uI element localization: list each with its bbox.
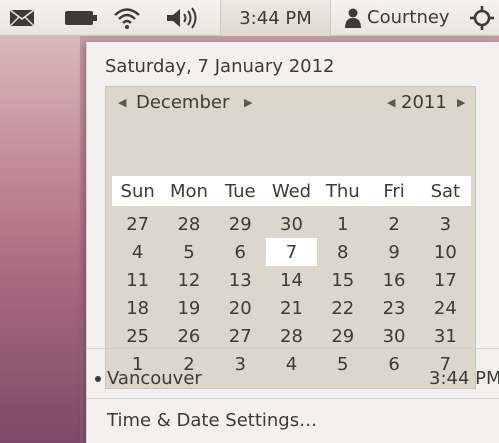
clock-indicator[interactable]: 3:44 PM xyxy=(220,0,331,36)
calendar-day[interactable]: 23 xyxy=(368,294,419,322)
calendar-day[interactable]: 21 xyxy=(266,294,317,322)
calendar-day[interactable]: 14 xyxy=(266,266,317,294)
wifi-icon[interactable] xyxy=(112,5,142,31)
calendar-day[interactable]: 6 xyxy=(215,238,266,266)
calendar-day[interactable]: 13 xyxy=(215,266,266,294)
calendar-day[interactable]: 1 xyxy=(317,210,368,238)
calendar-header: ◀ December ▶ ◀ 2011 ▶ xyxy=(106,87,477,121)
menu-separator xyxy=(87,398,499,399)
calendar-day[interactable]: 6 xyxy=(368,350,419,378)
calendar-day[interactable]: 2 xyxy=(368,210,419,238)
calendar-day[interactable]: 17 xyxy=(420,266,471,294)
calendar-day[interactable]: 31 xyxy=(420,322,471,350)
user-name[interactable]: Courtney xyxy=(367,7,450,28)
battery-icon[interactable] xyxy=(64,10,98,26)
calendar-day[interactable]: 8 xyxy=(317,238,368,266)
calendar-day[interactable]: 25 xyxy=(112,322,163,350)
volume-icon[interactable] xyxy=(165,7,205,29)
calendar-day[interactable]: 5 xyxy=(163,238,214,266)
weekday-label: Mon xyxy=(169,180,208,202)
calendar-day[interactable]: 7 xyxy=(265,238,318,266)
days-grid: 27 28 29 30 1 2 3 4 5 6 7 8 9 10 11 12 13 14 15 16 17 18 19 20 2… xyxy=(112,210,471,380)
calendar-day[interactable]: 4 xyxy=(266,350,317,378)
calendar-day[interactable]: 30 xyxy=(266,210,317,238)
calendar-day[interactable]: 18 xyxy=(112,294,163,322)
time-date-settings-item[interactable]: Time & Date Settings… xyxy=(107,410,317,431)
weekday-label: Thu xyxy=(325,180,360,202)
weekday-label: Fri xyxy=(383,180,405,202)
location-time: 3:44 PM xyxy=(429,368,499,389)
calendar-day[interactable]: 9 xyxy=(368,238,419,266)
month-label: December xyxy=(136,92,230,113)
calendar-day[interactable]: 24 xyxy=(420,294,471,322)
calendar-day[interactable]: 28 xyxy=(163,210,214,238)
calendar-day[interactable]: 27 xyxy=(215,322,266,350)
mail-icon[interactable] xyxy=(9,9,35,27)
calendar-day[interactable]: 3 xyxy=(420,210,471,238)
location-name[interactable]: Vancouver xyxy=(107,368,202,389)
weekday-label: Tue xyxy=(224,180,256,202)
calendar-day[interactable]: 26 xyxy=(163,322,214,350)
calendar-day[interactable]: 28 xyxy=(266,322,317,350)
calendar-day[interactable]: 3 xyxy=(215,350,266,378)
calendar-day[interactable]: 10 xyxy=(420,238,471,266)
calendar: ◀ December ▶ ◀ 2011 ▶ Sun Mon Tue Wed Th… xyxy=(105,86,476,389)
user-icon[interactable] xyxy=(344,8,362,28)
calendar-day[interactable]: 5 xyxy=(317,350,368,378)
next-month-button[interactable]: ▶ xyxy=(244,96,252,109)
current-date-label: Saturday, 7 January 2012 xyxy=(105,56,335,77)
calendar-day[interactable]: 19 xyxy=(163,294,214,322)
calendar-day[interactable]: 30 xyxy=(368,322,419,350)
calendar-day[interactable]: 4 xyxy=(112,238,163,266)
prev-month-button[interactable]: ◀ xyxy=(118,96,126,109)
calendar-day[interactable]: 11 xyxy=(112,266,163,294)
year-label: 2011 xyxy=(401,92,447,113)
menu-separator xyxy=(87,348,499,349)
power-icon[interactable] xyxy=(469,5,495,31)
calendar-day[interactable]: 12 xyxy=(163,266,214,294)
calendar-day[interactable]: 29 xyxy=(215,210,266,238)
calendar-day[interactable]: 20 xyxy=(215,294,266,322)
calendar-day[interactable]: 15 xyxy=(317,266,368,294)
next-year-button[interactable]: ▶ xyxy=(457,96,465,109)
weekday-header: Sun Mon Tue Wed Thu Fri Sat xyxy=(112,176,471,206)
panel-clock: 3:44 PM xyxy=(239,7,312,29)
calendar-day[interactable]: 29 xyxy=(317,322,368,350)
calendar-day[interactable]: 27 xyxy=(112,210,163,238)
calendar-day[interactable]: 16 xyxy=(368,266,419,294)
datetime-menu: Saturday, 7 January 2012 ◀ December ▶ ◀ … xyxy=(86,42,499,443)
calendar-day[interactable]: 22 xyxy=(317,294,368,322)
weekday-label: Sat xyxy=(430,180,461,202)
top-panel: 3:44 PM Courtney xyxy=(0,0,499,36)
location-bullet-icon xyxy=(95,376,101,382)
prev-year-button[interactable]: ◀ xyxy=(387,96,395,109)
desktop-wallpaper xyxy=(0,36,80,443)
weekday-label: Wed xyxy=(271,180,312,202)
weekday-label: Sun xyxy=(120,180,155,202)
